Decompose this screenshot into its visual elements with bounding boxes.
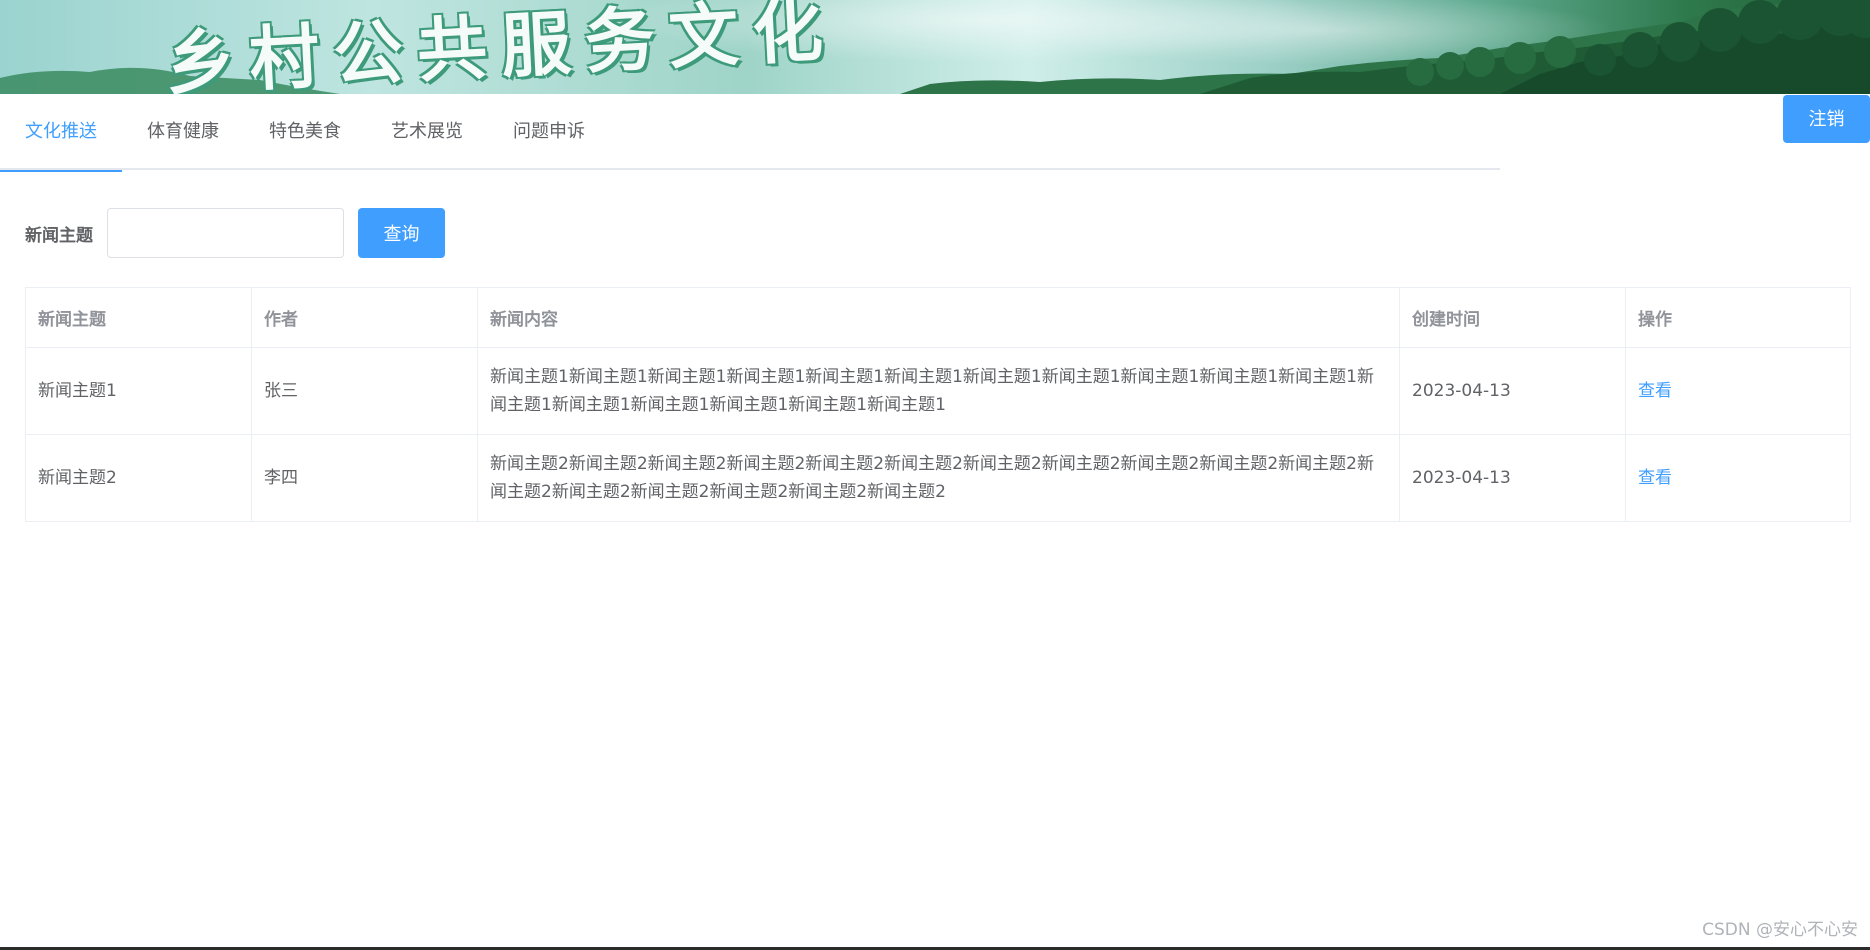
tab-complaints[interactable]: 问题申诉 bbox=[488, 94, 610, 170]
cell-action: 查看 bbox=[1625, 347, 1851, 435]
cell-topic: 新闻主题1 bbox=[25, 347, 252, 435]
logout-button[interactable]: 注销 bbox=[1783, 95, 1870, 143]
column-header-created: 创建时间 bbox=[1399, 287, 1626, 348]
cell-content: 新闻主题2新闻主题2新闻主题2新闻主题2新闻主题2新闻主题2新闻主题2新闻主题2… bbox=[477, 434, 1400, 522]
nav-tabs: 文化推送 体育健康 特色美食 艺术展览 问题申诉 bbox=[0, 94, 1500, 172]
column-header-action: 操作 bbox=[1625, 287, 1851, 348]
column-header-topic: 新闻主题 bbox=[25, 287, 252, 348]
query-button[interactable]: 查询 bbox=[358, 208, 445, 258]
watermark: CSDN @安心不心安 bbox=[1702, 920, 1858, 940]
table-row: 新闻主题1 张三 新闻主题1新闻主题1新闻主题1新闻主题1新闻主题1新闻主题1新… bbox=[25, 347, 1851, 435]
header-banner: 乡村公共服务文化 bbox=[0, 0, 1870, 94]
search-label: 新闻主题 bbox=[25, 225, 93, 246]
cell-created: 2023-04-13 bbox=[1399, 434, 1626, 522]
table-header-row: 新闻主题 作者 新闻内容 创建时间 操作 bbox=[25, 287, 1851, 348]
app-root: 乡村公共服务文化 注销 文化推送 体育健康 特色美食 艺术展览 问题申诉 新闻主… bbox=[0, 0, 1870, 950]
cell-author: 张三 bbox=[251, 347, 478, 435]
table-row: 新闻主题2 李四 新闻主题2新闻主题2新闻主题2新闻主题2新闻主题2新闻主题2新… bbox=[25, 434, 1851, 522]
column-header-author: 作者 bbox=[251, 287, 478, 348]
search-form: 新闻主题 查询 bbox=[25, 208, 445, 258]
tab-local-food[interactable]: 特色美食 bbox=[244, 94, 366, 170]
tab-sports-health[interactable]: 体育健康 bbox=[122, 94, 244, 170]
view-link[interactable]: 查看 bbox=[1638, 381, 1672, 401]
news-topic-input[interactable] bbox=[107, 208, 344, 258]
view-link[interactable]: 查看 bbox=[1638, 468, 1672, 488]
cell-author: 李四 bbox=[251, 434, 478, 522]
news-table: 新闻主题 作者 新闻内容 创建时间 操作 新闻主题1 张三 新闻主题1新闻主题1… bbox=[25, 287, 1851, 522]
cell-created: 2023-04-13 bbox=[1399, 347, 1626, 435]
column-header-content: 新闻内容 bbox=[477, 287, 1400, 348]
tab-art-exhibition[interactable]: 艺术展览 bbox=[366, 94, 488, 170]
cell-content: 新闻主题1新闻主题1新闻主题1新闻主题1新闻主题1新闻主题1新闻主题1新闻主题1… bbox=[477, 347, 1400, 435]
cell-topic: 新闻主题2 bbox=[25, 434, 252, 522]
cell-action: 查看 bbox=[1625, 434, 1851, 522]
tab-culture-push[interactable]: 文化推送 bbox=[0, 94, 122, 172]
